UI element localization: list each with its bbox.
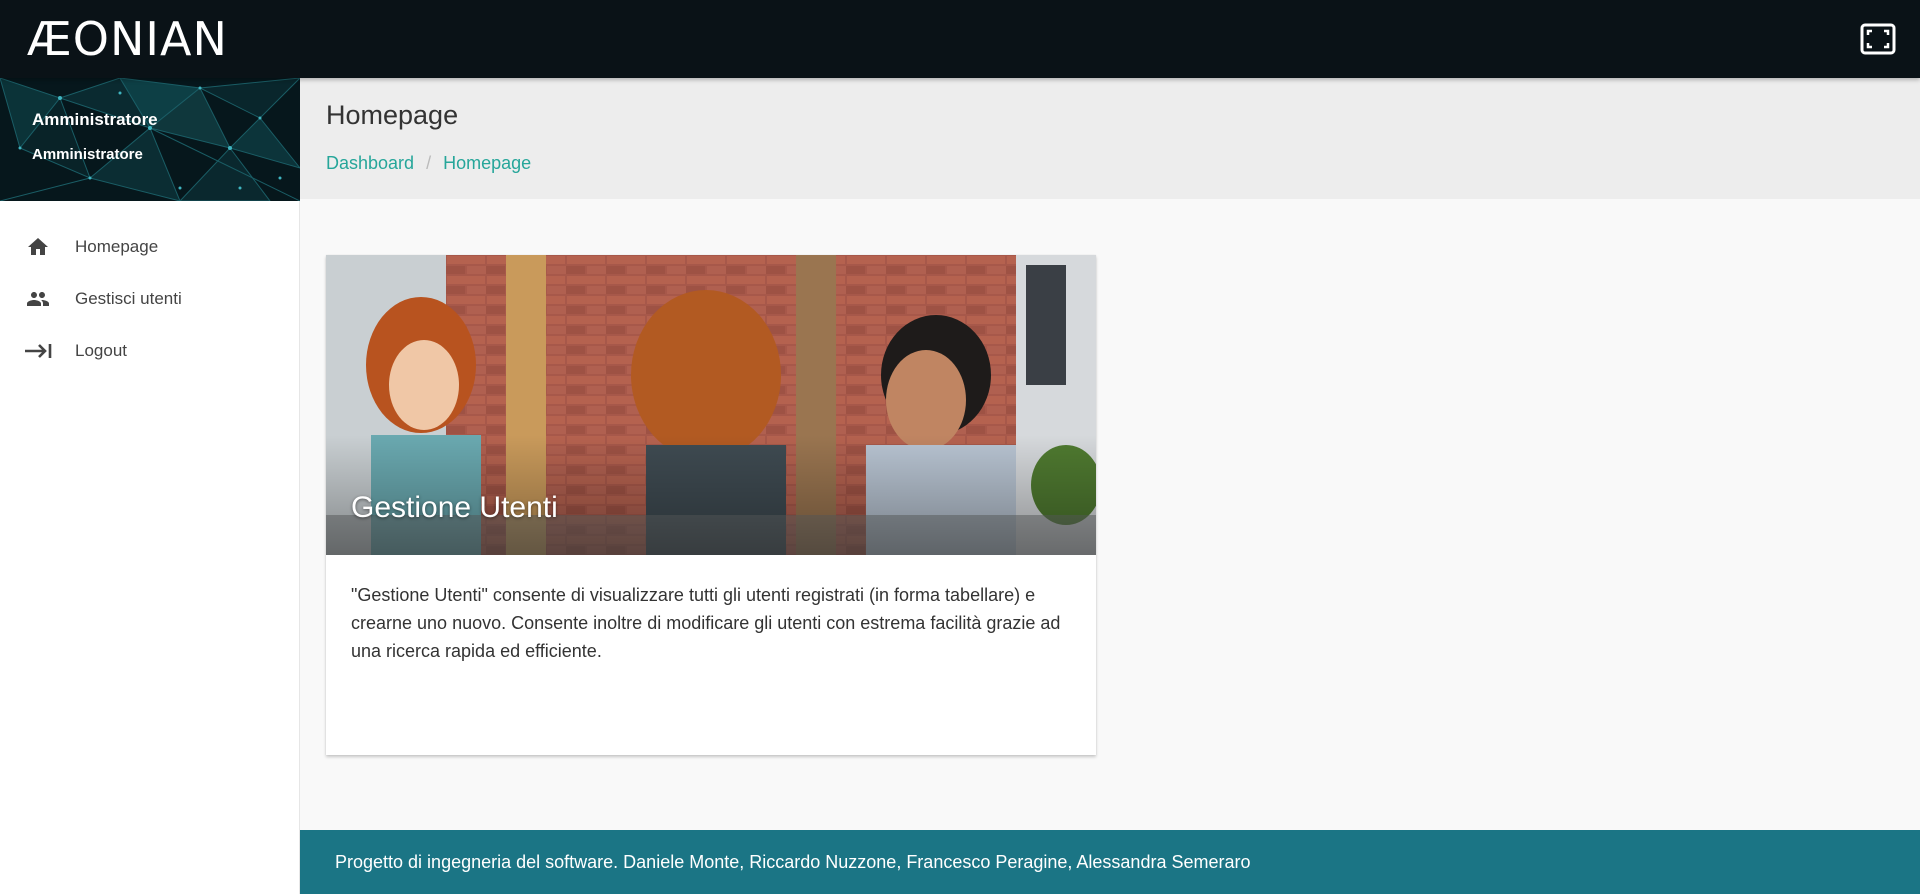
card-title: Gestione Utenti [351, 491, 558, 524]
sidebar-menu: Homepage Gestisci utenti Logout [0, 201, 299, 377]
card-image: Gestione Utenti [326, 255, 1096, 555]
sidebar-item-label: Logout [75, 341, 127, 360]
main-content: Homepage Dashboard / Homepage Gestione U… [300, 78, 1920, 894]
footer-text: Progetto di ingegneria del software. Dan… [335, 851, 1251, 872]
fullscreen-button[interactable] [1856, 17, 1900, 61]
sidebar: Amministratore Amministratore Homepage G… [0, 78, 300, 894]
home-icon [24, 233, 52, 261]
network-background-image [0, 78, 300, 201]
gestione-utenti-card[interactable]: Gestione Utenti "Gestione Utenti" consen… [326, 255, 1096, 755]
breadcrumb-separator: / [426, 153, 432, 173]
page-header: Homepage Dashboard / Homepage [300, 78, 1920, 199]
sidebar-item-label: Homepage [75, 237, 159, 256]
user-name: Amministratore [32, 110, 158, 129]
top-bar: ÆONIAN [0, 0, 1920, 78]
breadcrumb: Dashboard / Homepage [326, 153, 1894, 174]
user-profile-panel: Amministratore Amministratore [0, 78, 300, 201]
logout-icon [24, 337, 52, 365]
fullscreen-icon [1860, 23, 1896, 55]
users-icon [24, 285, 52, 313]
page-title: Homepage [326, 100, 459, 130]
app-logo[interactable]: ÆONIAN [27, 16, 228, 62]
sidebar-item-gestisci-utenti[interactable]: Gestisci utenti [0, 273, 299, 325]
card-description: "Gestione Utenti" consente di visualizza… [351, 585, 1061, 661]
breadcrumb-dashboard[interactable]: Dashboard [326, 153, 414, 174]
sidebar-item-label: Gestisci utenti [75, 289, 182, 308]
sidebar-item-homepage[interactable]: Homepage [0, 221, 299, 273]
footer: Progetto di ingegneria del software. Dan… [300, 830, 1920, 894]
user-role: Amministratore [32, 146, 143, 163]
sidebar-item-logout[interactable]: Logout [0, 325, 299, 377]
breadcrumb-homepage[interactable]: Homepage [443, 153, 531, 174]
